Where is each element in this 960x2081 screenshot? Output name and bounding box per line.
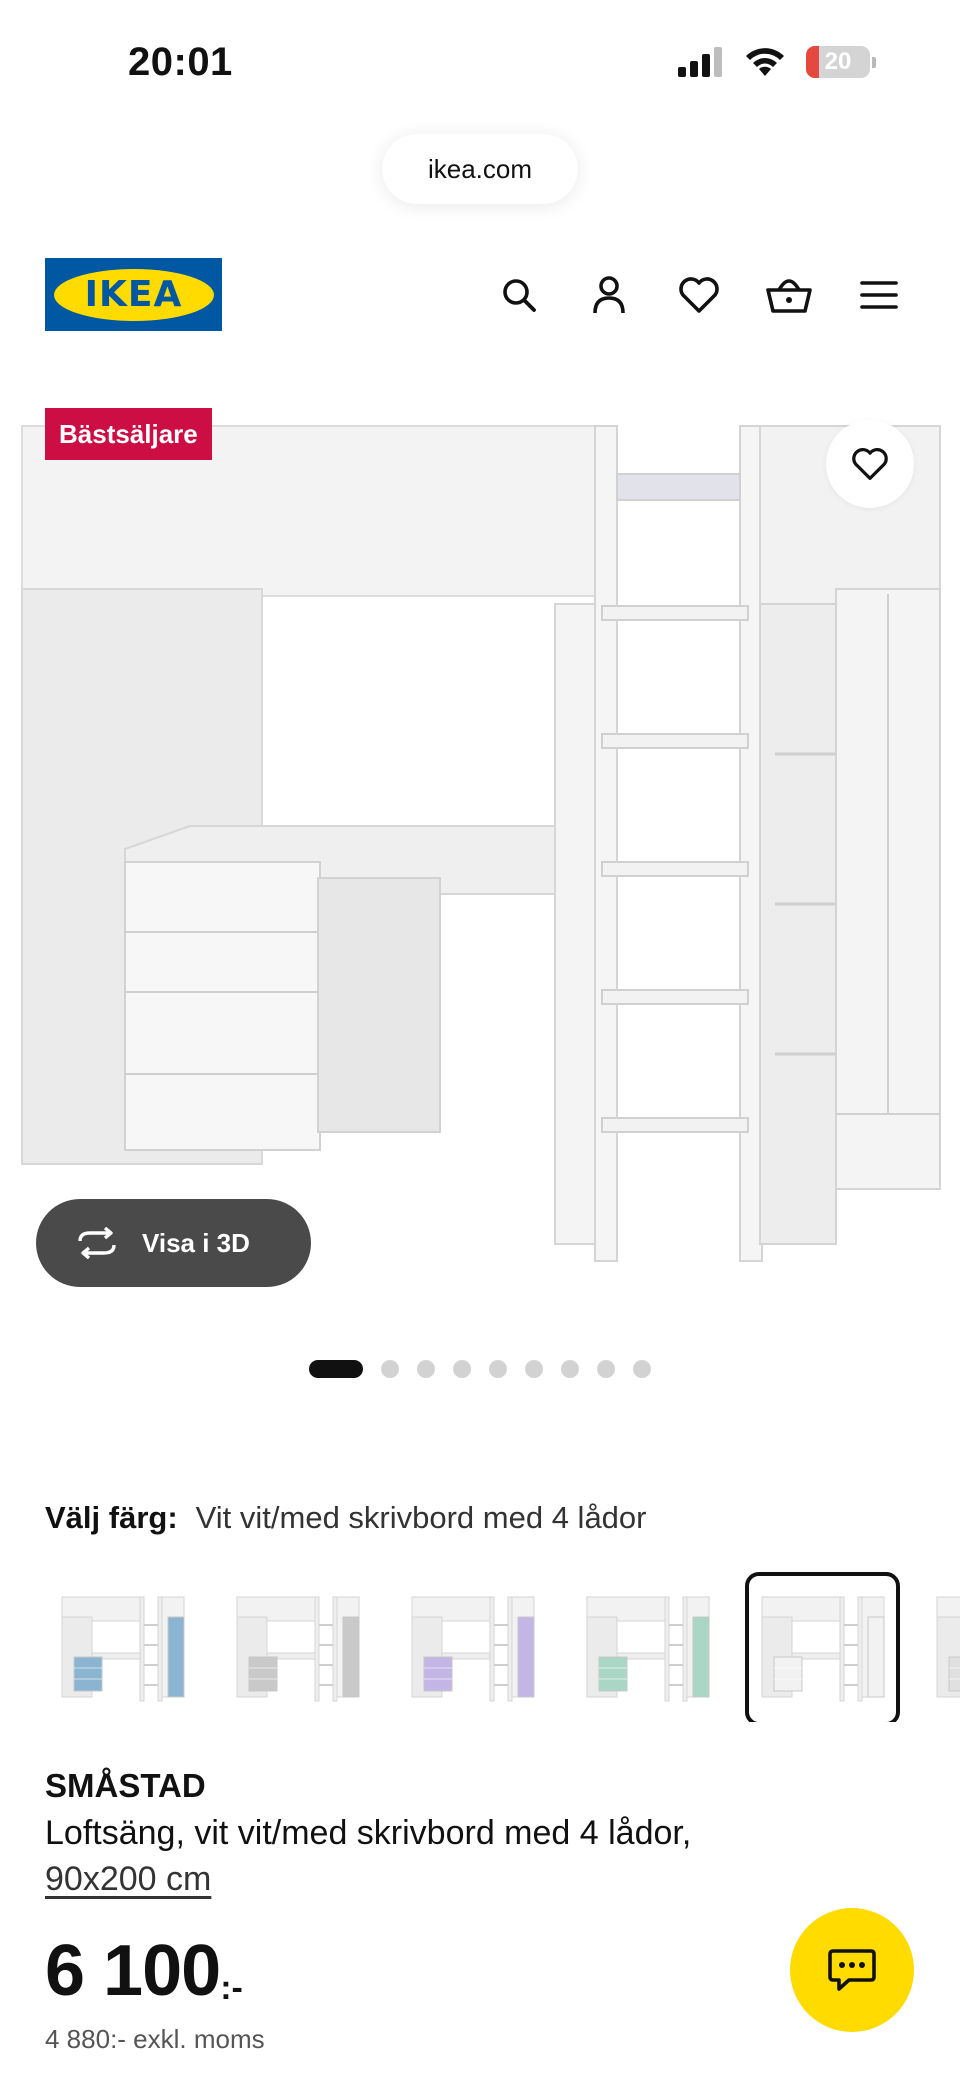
swatch-thumbnail: [236, 1596, 359, 1702]
cellular-signal-icon: [678, 47, 722, 77]
status-bar: 20:01 20: [0, 0, 960, 130]
search-icon[interactable]: [494, 270, 544, 320]
swatch-thumbnail: [761, 1596, 884, 1702]
product-image: [21, 425, 941, 1262]
rotate-3d-icon: [78, 1227, 116, 1259]
ikea-logo[interactable]: IKEA: [45, 258, 222, 331]
site-header: IKEA: [0, 250, 960, 340]
battery-level: 20: [824, 48, 852, 75]
pagination-dot[interactable]: [381, 1360, 399, 1378]
add-to-favorites-button[interactable]: [826, 420, 914, 508]
bestseller-badge: Bästsäljare: [45, 408, 212, 460]
cart-icon[interactable]: [764, 270, 814, 320]
pagination-dot[interactable]: [633, 1360, 651, 1378]
pagination-dot[interactable]: [309, 1360, 363, 1378]
view-in-3d-label: Visa i 3D: [142, 1227, 250, 1258]
menu-icon[interactable]: [854, 270, 904, 320]
favorites-icon[interactable]: [674, 270, 724, 320]
status-time: 20:01: [128, 40, 233, 84]
status-icons: 20: [678, 46, 876, 78]
color-swatch[interactable]: [920, 1572, 960, 1722]
swatch-thumbnail: [586, 1596, 709, 1702]
color-swatch[interactable]: [745, 1572, 900, 1722]
product-size-link[interactable]: 90x200 cm: [45, 1856, 211, 1902]
pagination-dot[interactable]: [417, 1360, 435, 1378]
image-pagination[interactable]: [0, 1360, 960, 1378]
chat-icon: [828, 1949, 876, 1991]
swatch-thumbnail: [61, 1596, 184, 1702]
color-swatch[interactable]: [220, 1572, 375, 1722]
wifi-icon: [746, 48, 784, 76]
header-actions: [494, 270, 904, 320]
color-swatch[interactable]: [45, 1572, 200, 1722]
product-price: 6 100 :-: [45, 1935, 243, 2008]
logo-text: IKEA: [84, 274, 183, 315]
pagination-dot[interactable]: [489, 1360, 507, 1378]
pagination-dot[interactable]: [561, 1360, 579, 1378]
url-bar[interactable]: ikea.com: [382, 134, 578, 204]
price-suffix: :-: [220, 1969, 243, 2007]
color-swatch[interactable]: [570, 1572, 725, 1722]
product-description: Loftsäng, vit vit/med skrivbord med 4 lå…: [45, 1814, 692, 1852]
product-name: SMÅSTAD: [45, 1767, 206, 1804]
pagination-dot[interactable]: [525, 1360, 543, 1378]
pagination-dot[interactable]: [453, 1360, 471, 1378]
swatch-thumbnail: [936, 1596, 960, 1698]
color-label: Välj färg:: [45, 1500, 178, 1535]
swatch-thumbnail: [411, 1596, 534, 1702]
heart-icon: [852, 448, 888, 481]
product-gallery[interactable]: Bästsäljare Visa i 3D: [0, 384, 960, 1314]
price-amount: 6 100: [45, 1931, 221, 2011]
selected-color-value: Vit vit/med skrivbord med 4 lådor: [195, 1500, 647, 1535]
color-selector-label: Välj färg: Vit vit/med skrivbord med 4 l…: [45, 1500, 647, 1536]
view-in-3d-button[interactable]: Visa i 3D: [36, 1199, 311, 1287]
pagination-dot[interactable]: [597, 1360, 615, 1378]
price-excl-vat: 4 880:- exkl. moms: [45, 2024, 265, 2054]
color-swatch-list: [45, 1572, 960, 1722]
battery-icon: 20: [806, 46, 876, 78]
chat-button[interactable]: [790, 1908, 914, 2032]
color-swatch[interactable]: [395, 1572, 550, 1722]
account-icon[interactable]: [584, 270, 634, 320]
